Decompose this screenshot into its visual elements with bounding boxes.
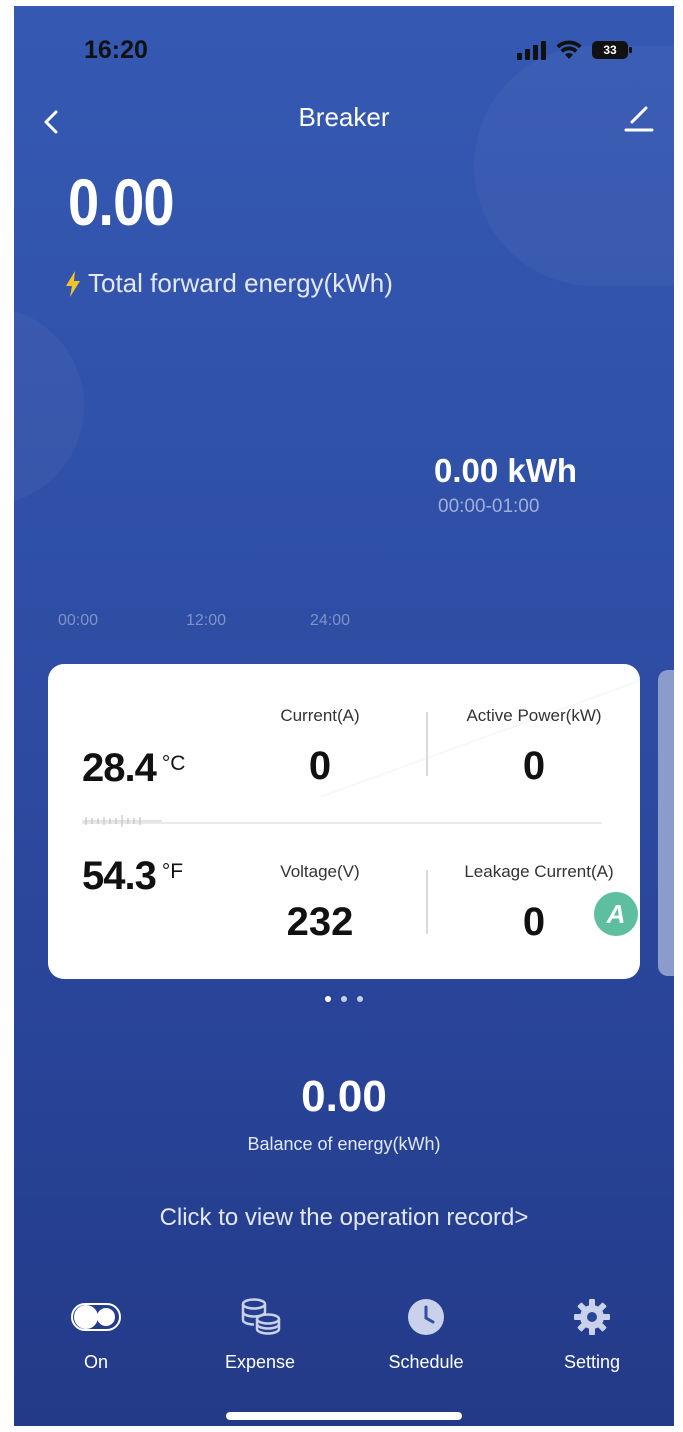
status-time: 16:20: [84, 36, 148, 64]
background-decoration: [474, 46, 674, 286]
clock-icon: [408, 1299, 444, 1335]
status-icons: 33: [517, 40, 632, 60]
chart-tick-label: 24:00: [310, 612, 351, 629]
next-card-peek[interactable]: [658, 670, 674, 976]
divider: [426, 870, 428, 934]
temperature-fahrenheit-value: 54.3: [82, 854, 157, 898]
page-title: Breaker: [298, 102, 390, 132]
toggle-icon: [71, 1303, 121, 1331]
edit-button[interactable]: [622, 102, 656, 136]
temperature-celsius-value: 28.4: [82, 746, 157, 790]
battery-icon: 33: [592, 41, 632, 59]
active-power-label: Active Power(kW): [466, 706, 602, 725]
home-indicator[interactable]: [226, 1412, 462, 1420]
voltage-label: Voltage(V): [280, 862, 360, 881]
chart-tick-label: 00:00: [58, 612, 99, 629]
metrics-card[interactable]: 28.4 °C 54.3 °F Current(A) 0 Active Power(…: [48, 664, 640, 979]
nav-item-on[interactable]: On: [36, 1296, 156, 1373]
balance-value: 0.00: [301, 1072, 387, 1121]
nav-item-setting[interactable]: Setting: [532, 1296, 652, 1373]
gear-icon: [574, 1299, 610, 1335]
chart-tick-label: 12:00: [186, 612, 227, 629]
cellular-signal-icon: [517, 40, 546, 60]
total-energy-label: Total forward energy(kWh): [88, 268, 393, 298]
active-power-value: 0: [522, 744, 546, 788]
current-value: 0: [308, 744, 332, 788]
temperature-fahrenheit: 54.3 °F: [82, 854, 183, 899]
total-energy-value: 0.00: [68, 165, 175, 239]
divider: [426, 712, 428, 776]
total-energy-label-row: Total forward energy(kWh): [64, 268, 393, 299]
nav-item-schedule[interactable]: Schedule: [366, 1296, 486, 1373]
mode-badge: A: [594, 892, 638, 936]
lightning-bolt-icon: [66, 270, 80, 297]
pencil-icon: [624, 106, 654, 132]
nav-label-expense: Expense: [224, 1352, 296, 1372]
voltage-value: 232: [286, 900, 354, 944]
temperature-celsius-unit: °C: [161, 752, 186, 775]
nav-label-setting: Setting: [563, 1352, 621, 1372]
background-decoration: [14, 306, 84, 506]
temperature-celsius: 28.4 °C: [82, 746, 185, 791]
coins-icon: [241, 1298, 281, 1335]
nav-item-expense[interactable]: Expense: [200, 1296, 320, 1373]
thermometer-scale-icon: [82, 815, 162, 827]
balance-label: Balance of energy(kWh): [247, 1134, 441, 1154]
page-dot: [357, 996, 363, 1002]
current-label: Current(A): [280, 706, 360, 725]
nav-label-schedule: Schedule: [388, 1352, 464, 1372]
phone-screen: 16:20 33 Breaker 0.00 Total forward ener…: [14, 6, 674, 1426]
page-dot: [325, 996, 331, 1002]
carousel-pagination: [14, 996, 674, 1002]
page-dot: [341, 996, 347, 1002]
temperature-fahrenheit-unit: °F: [161, 860, 184, 883]
wifi-icon: [556, 40, 582, 59]
chart-value: 0.00 kWh: [434, 452, 578, 489]
nav-label-on: On: [83, 1352, 108, 1372]
leakage-current-label: Leakage Current(A): [464, 862, 614, 881]
operation-record-link[interactable]: Click to view the operation record>: [14, 1204, 674, 1232]
chart-time-range: 00:00-01:00: [438, 496, 540, 517]
